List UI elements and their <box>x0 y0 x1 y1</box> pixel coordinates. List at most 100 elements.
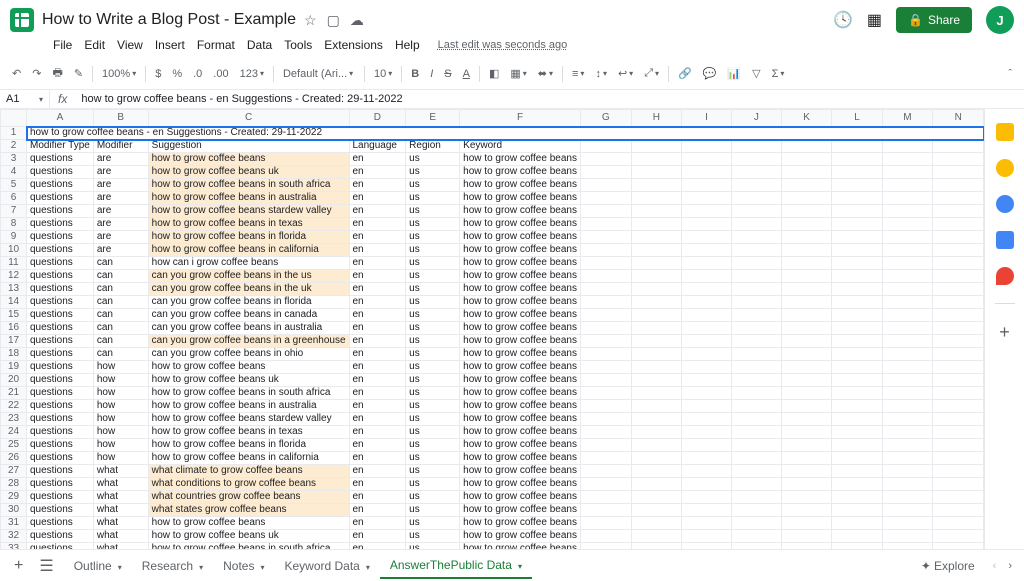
cell[interactable]: en <box>349 309 406 322</box>
row-header[interactable]: 15 <box>1 309 27 322</box>
cell[interactable]: questions <box>27 491 94 504</box>
cell[interactable]: how to grow coffee beans <box>460 257 581 270</box>
cell[interactable] <box>682 140 732 153</box>
cell[interactable] <box>731 231 781 244</box>
menu-data[interactable]: Data <box>242 36 277 54</box>
cell[interactable] <box>731 283 781 296</box>
cell[interactable]: can you grow coffee beans in florida <box>148 296 349 309</box>
cell[interactable] <box>731 491 781 504</box>
cell[interactable] <box>580 504 631 517</box>
meet-icon[interactable]: ▦ <box>867 10 882 30</box>
zoom-select[interactable]: 100% <box>98 66 140 82</box>
cell[interactable] <box>731 244 781 257</box>
cell[interactable] <box>731 205 781 218</box>
cell[interactable] <box>882 517 933 530</box>
cell[interactable]: questions <box>27 283 94 296</box>
cell[interactable] <box>731 387 781 400</box>
cell[interactable] <box>832 400 882 413</box>
formula-bar[interactable]: how to grow coffee beans - en Suggestion… <box>75 90 1024 108</box>
cell[interactable] <box>933 361 984 374</box>
cell[interactable] <box>682 400 732 413</box>
cell[interactable] <box>882 296 933 309</box>
cell[interactable] <box>832 257 882 270</box>
cell[interactable]: how to grow coffee beans in florida <box>148 231 349 244</box>
cell[interactable] <box>933 205 984 218</box>
cell[interactable]: us <box>406 335 460 348</box>
cell[interactable]: en <box>349 504 406 517</box>
cell[interactable] <box>631 439 682 452</box>
merge-icon[interactable]: ⬌ <box>534 65 557 82</box>
cell[interactable] <box>781 478 831 491</box>
cell[interactable] <box>580 348 631 361</box>
spreadsheet-grid[interactable]: ABCDEFGHIJKLMN1how to grow coffee beans … <box>0 109 984 556</box>
cell[interactable]: can <box>93 322 148 335</box>
cell[interactable] <box>580 244 631 257</box>
cell[interactable] <box>781 491 831 504</box>
row-header[interactable]: 18 <box>1 348 27 361</box>
rotate-icon[interactable]: ⤢ <box>640 65 663 82</box>
row-header[interactable]: 22 <box>1 400 27 413</box>
cell[interactable] <box>682 218 732 231</box>
cell[interactable] <box>682 205 732 218</box>
cell[interactable] <box>631 218 682 231</box>
col-header-C[interactable]: C <box>148 110 349 127</box>
cell[interactable] <box>781 361 831 374</box>
cell[interactable] <box>731 179 781 192</box>
cell[interactable] <box>781 400 831 413</box>
row-header[interactable]: 4 <box>1 166 27 179</box>
collapse-icon[interactable]: ˆ <box>1004 66 1016 82</box>
cell[interactable]: how to grow coffee beans - en Suggestion… <box>27 127 984 140</box>
cell[interactable]: how to grow coffee beans in australia <box>148 192 349 205</box>
row-header[interactable]: 10 <box>1 244 27 257</box>
col-header-N[interactable]: N <box>933 110 984 127</box>
cell[interactable] <box>631 361 682 374</box>
cell[interactable] <box>832 179 882 192</box>
cell[interactable] <box>580 517 631 530</box>
cell[interactable]: how to grow coffee beans <box>460 153 581 166</box>
cell[interactable]: what <box>93 465 148 478</box>
calendar-icon[interactable] <box>996 123 1014 141</box>
cell[interactable]: questions <box>27 426 94 439</box>
cell[interactable] <box>682 426 732 439</box>
cell[interactable]: en <box>349 179 406 192</box>
cell[interactable] <box>682 309 732 322</box>
cell[interactable]: us <box>406 179 460 192</box>
cell[interactable]: questions <box>27 192 94 205</box>
cell[interactable]: us <box>406 504 460 517</box>
row-header[interactable]: 19 <box>1 361 27 374</box>
cell[interactable] <box>882 361 933 374</box>
row-header[interactable]: 13 <box>1 283 27 296</box>
cell[interactable] <box>832 270 882 283</box>
cell[interactable]: questions <box>27 335 94 348</box>
cell[interactable] <box>731 270 781 283</box>
star-icon[interactable]: ☆ <box>304 12 317 29</box>
cell[interactable] <box>781 465 831 478</box>
cell[interactable]: can you grow coffee beans in australia <box>148 322 349 335</box>
cell[interactable] <box>933 140 984 153</box>
cell[interactable] <box>781 205 831 218</box>
cell[interactable]: can <box>93 296 148 309</box>
cell[interactable]: how <box>93 439 148 452</box>
cell[interactable] <box>580 218 631 231</box>
cell[interactable] <box>781 413 831 426</box>
cell[interactable] <box>832 452 882 465</box>
percent-icon[interactable]: % <box>168 66 186 82</box>
cell[interactable] <box>933 283 984 296</box>
cell[interactable]: how to grow coffee beans <box>460 192 581 205</box>
cell[interactable]: en <box>349 218 406 231</box>
tab-research[interactable]: Research <box>132 553 213 579</box>
col-header-M[interactable]: M <box>882 110 933 127</box>
cell[interactable]: us <box>406 257 460 270</box>
cell[interactable]: what conditions to grow coffee beans <box>148 478 349 491</box>
cell[interactable]: how to grow coffee beans in australia <box>148 400 349 413</box>
cell[interactable] <box>631 335 682 348</box>
cell[interactable] <box>781 140 831 153</box>
cell[interactable]: questions <box>27 465 94 478</box>
cell[interactable] <box>631 192 682 205</box>
explore-button[interactable]: ✦Explore <box>911 554 985 578</box>
row-header[interactable]: 7 <box>1 205 27 218</box>
print-icon[interactable]: 🖶 <box>48 62 66 85</box>
cell[interactable] <box>580 387 631 400</box>
cell[interactable] <box>832 348 882 361</box>
cell[interactable] <box>580 361 631 374</box>
